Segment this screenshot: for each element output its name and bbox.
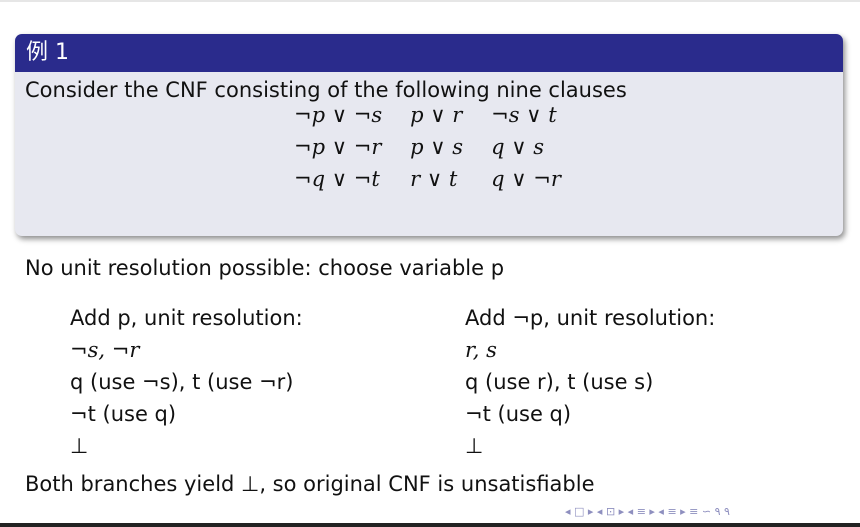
right-branch-line: ¬t (use q) (465, 402, 572, 426)
left-branch: Add p, unit resolution: ¬s, ¬r q (use ¬s… (70, 302, 303, 462)
clause: ¬q ∨ ¬t (294, 167, 380, 191)
top-rule (0, 0, 860, 2)
left-branch-line: ¬s, ¬r (70, 338, 140, 362)
right-branch-line: r, s (465, 338, 497, 362)
clause: q ∨ ¬r (491, 167, 561, 191)
clause: ¬p ∨ ¬r (294, 135, 382, 159)
clause: r ∨ t (410, 167, 458, 191)
left-branch-line: ⊥ (70, 434, 89, 458)
no-unit-line: No unit resolution possible: choose vari… (25, 256, 505, 280)
right-branch-line: ⊥ (465, 434, 484, 458)
clause-row: ¬q ∨ ¬t r ∨ t q ∨ ¬r (280, 163, 575, 195)
right-branch: Add ¬p, unit resolution: r, s q (use r),… (465, 302, 715, 462)
right-branch-line: Add ¬p, unit resolution: (465, 306, 716, 330)
right-branch-line: q (use r), t (use s) (465, 370, 654, 394)
conclusion-line: Both branches yield ⊥, so original CNF i… (25, 472, 595, 496)
clause: p ∨ r (410, 103, 463, 127)
left-branch-line: q (use ¬s), t (use ¬r) (70, 370, 294, 394)
clause: ¬s ∨ t (491, 103, 557, 127)
bottom-rule (0, 523, 860, 527)
clause: ¬p ∨ ¬s (294, 103, 383, 127)
clause: q ∨ s (491, 135, 545, 159)
left-branch-line: Add p, unit resolution: (70, 306, 303, 330)
clause-row: ¬p ∨ ¬r p ∨ s q ∨ s (280, 131, 575, 163)
left-branch-line: ¬t (use q) (70, 402, 177, 426)
block-title: 例 1 (15, 34, 843, 72)
clause: p ∨ s (410, 135, 464, 159)
clause-row: ¬p ∨ ¬s p ∨ r ¬s ∨ t (280, 99, 575, 131)
clause-table: ¬p ∨ ¬s p ∨ r ¬s ∨ t ¬p ∨ ¬r p ∨ s q ∨ s… (280, 99, 575, 195)
beamer-navigation-symbols[interactable]: ◂ □ ▸ ◂ ⊡ ▸ ◂ ≡ ▸ ◂ ≡ ▸ ≡ ∽ ۹ ۹ (565, 505, 730, 518)
